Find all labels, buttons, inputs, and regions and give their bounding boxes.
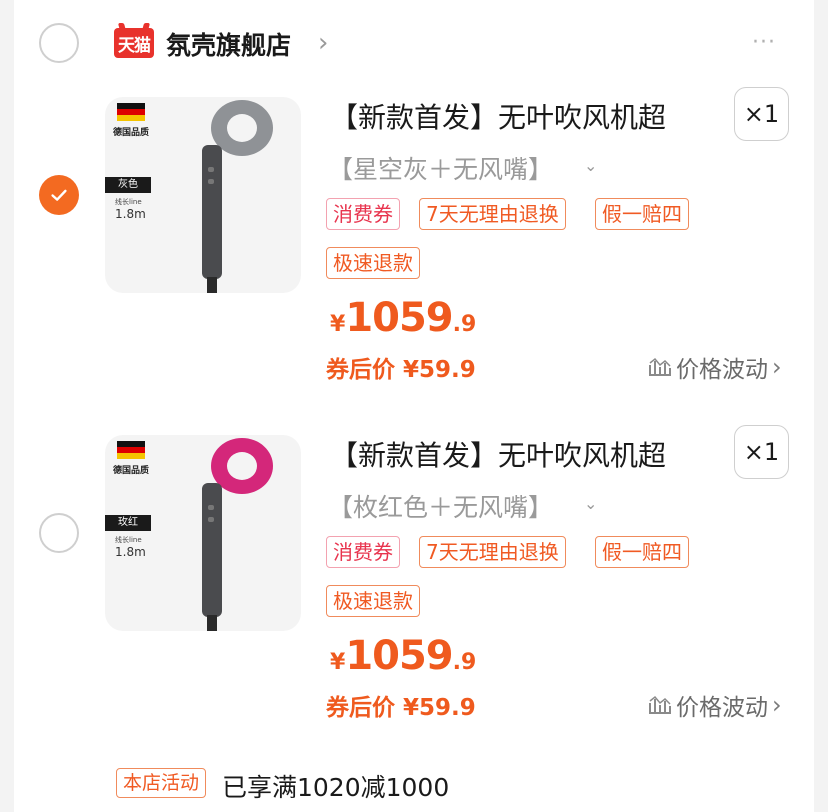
cable-label: 线长line	[115, 198, 142, 206]
product-image[interactable]: 德国品质 灰色 线长line 1.8m	[105, 97, 301, 293]
cable-length: 1.8m	[115, 207, 146, 221]
tag-fake-compensation: 假一赔四	[595, 198, 689, 230]
chevron-down-icon[interactable]: ⌄	[584, 494, 597, 513]
quantity-button[interactable]: ×1	[734, 425, 789, 479]
tag-consumer-coupon: 消费券	[326, 198, 400, 230]
shop-select-radio[interactable]	[39, 23, 79, 63]
price-trend-label: 价格波动	[676, 695, 768, 721]
product-title[interactable]: 【新款首发】无叶吹风机超	[330, 434, 666, 474]
more-icon[interactable]: ···	[752, 30, 776, 55]
price-trend-link[interactable]: 价格波动 ›	[648, 350, 782, 384]
product-price: ¥1059.9	[330, 633, 477, 679]
product-price: ¥1059.9	[330, 295, 477, 341]
germany-flag-icon	[117, 441, 145, 459]
origin-label: 德国品质	[113, 466, 150, 476]
price-trend-icon	[649, 695, 671, 714]
promo-badge: 本店活动	[116, 768, 207, 798]
chevron-right-icon[interactable]: ›	[318, 30, 328, 56]
coupon-price: 券后价 ¥59.9	[326, 695, 476, 721]
price-trend-link[interactable]: 价格波动 ›	[648, 688, 782, 722]
color-tag: 玫红	[105, 515, 151, 531]
quantity-button[interactable]: ×1	[734, 87, 789, 141]
hair-dryer-image	[202, 438, 273, 631]
check-icon	[51, 189, 67, 201]
promo-text[interactable]: 已享满1020减1000	[222, 768, 449, 804]
shop-name[interactable]: 氛壳旗舰店	[166, 26, 291, 62]
tag-7day-return: 7天无理由退换	[419, 536, 566, 568]
germany-flag-icon	[117, 103, 145, 121]
chevron-down-icon[interactable]: ⌄	[584, 156, 597, 175]
hair-dryer-image	[202, 100, 273, 293]
price-trend-icon	[649, 357, 671, 376]
product-select-radio-checked[interactable]	[39, 175, 79, 215]
price-trend-label: 价格波动	[676, 357, 768, 383]
color-tag: 灰色	[105, 177, 151, 193]
product-image[interactable]: 德国品质 玫红 线长line 1.8m	[105, 435, 301, 631]
sku-selector[interactable]: 【枚红色＋无风嘴】	[328, 488, 553, 524]
tag-fast-refund: 极速退款	[326, 585, 420, 617]
tmall-logo-icon: 天猫	[114, 28, 154, 58]
tag-7day-return: 7天无理由退换	[419, 198, 566, 230]
chevron-right-icon: ›	[772, 691, 782, 719]
cable-length: 1.8m	[115, 545, 146, 559]
sku-selector[interactable]: 【星空灰＋无风嘴】	[328, 150, 553, 186]
tag-consumer-coupon: 消费券	[326, 536, 400, 568]
coupon-price: 券后价 ¥59.9	[326, 357, 476, 383]
origin-label: 德国品质	[113, 128, 150, 138]
tag-fake-compensation: 假一赔四	[595, 536, 689, 568]
chevron-right-icon: ›	[772, 353, 782, 381]
tag-fast-refund: 极速退款	[326, 247, 420, 279]
cable-label: 线长line	[115, 536, 142, 544]
product-select-radio[interactable]	[39, 513, 79, 553]
product-title[interactable]: 【新款首发】无叶吹风机超	[330, 96, 666, 136]
